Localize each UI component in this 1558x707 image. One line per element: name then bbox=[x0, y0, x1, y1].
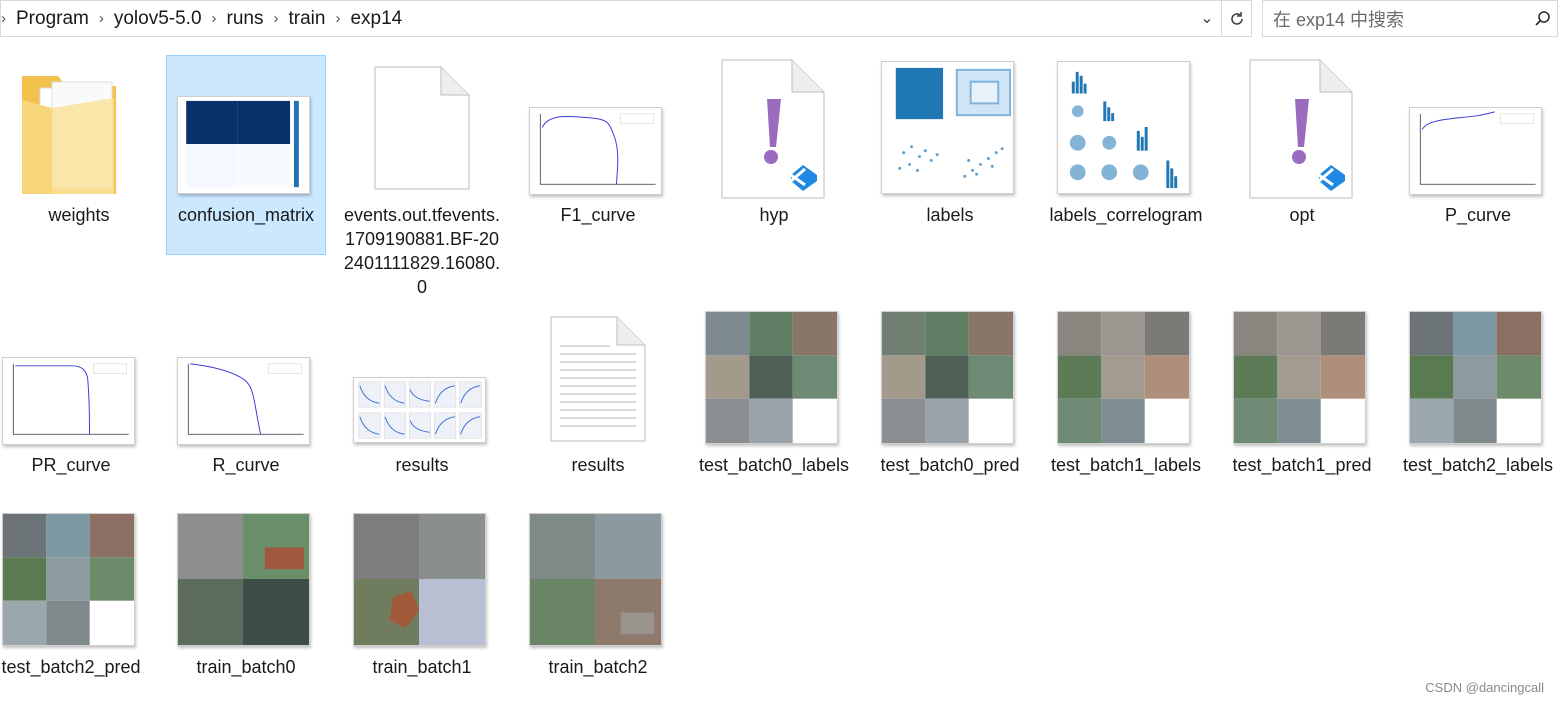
breadcrumb-program[interactable]: Program bbox=[12, 8, 93, 30]
file-label: confusion_matrix bbox=[177, 205, 315, 225]
text-file-icon bbox=[550, 316, 646, 442]
image-grid-thumbnail bbox=[529, 513, 662, 646]
file-item-opt[interactable]: opt bbox=[1223, 55, 1381, 255]
file-item-labels-correlogram[interactable]: labels_correlogram bbox=[1047, 55, 1205, 255]
p-curve-thumbnail bbox=[1409, 107, 1542, 195]
file-label: train_batch1 bbox=[372, 657, 472, 677]
breadcrumb-exp14[interactable]: exp14 bbox=[346, 8, 406, 30]
file-item-test-batch0-labels[interactable]: test_batch0_labels bbox=[695, 305, 853, 505]
file-label: weights bbox=[48, 205, 110, 225]
address-bar[interactable]: › Program › yolov5-5.0 › runs › train › … bbox=[0, 0, 1222, 37]
file-item-test-batch1-labels[interactable]: test_batch1_labels bbox=[1047, 305, 1205, 505]
file-item-weights[interactable]: weights bbox=[0, 55, 158, 255]
file-item-train-batch2[interactable]: train_batch2 bbox=[519, 507, 677, 687]
labels-thumbnail bbox=[881, 61, 1014, 194]
file-item-test-batch2-pred[interactable]: test_batch2_pred bbox=[0, 507, 150, 703]
file-item-events[interactable]: events.out.tfevents.1709190881.BF-202401… bbox=[343, 55, 501, 300]
vscode-yaml-file-icon bbox=[1249, 59, 1353, 199]
file-item-confusion-matrix[interactable]: confusion_matrix bbox=[166, 55, 326, 255]
refresh-button[interactable] bbox=[1222, 0, 1252, 37]
file-item-results-image[interactable]: results bbox=[343, 305, 501, 485]
image-grid-thumbnail bbox=[881, 311, 1014, 444]
search-icon[interactable] bbox=[1529, 10, 1557, 28]
file-item-results-text[interactable]: results bbox=[519, 305, 677, 485]
chevron-right-icon[interactable]: › bbox=[329, 10, 346, 27]
file-label: PR_curve bbox=[31, 455, 111, 475]
f1-curve-thumbnail bbox=[529, 107, 662, 195]
file-label: labels bbox=[926, 205, 974, 225]
chevron-right-icon[interactable]: › bbox=[206, 10, 223, 27]
breadcrumb-yolov5[interactable]: yolov5-5.0 bbox=[110, 8, 206, 30]
pr-curve-thumbnail bbox=[2, 357, 135, 445]
file-item-train-batch1[interactable]: train_batch1 bbox=[343, 507, 501, 687]
file-label: test_batch2_pred bbox=[1, 657, 141, 677]
chevron-right-icon[interactable]: › bbox=[268, 10, 285, 27]
file-item-test-batch0-pred[interactable]: test_batch0_pred bbox=[871, 305, 1029, 505]
image-grid-thumbnail bbox=[1057, 311, 1190, 444]
file-item-test-batch1-pred[interactable]: test_batch1_pred bbox=[1223, 305, 1381, 505]
file-item-f1-curve[interactable]: F1_curve bbox=[519, 55, 677, 255]
image-grid-thumbnail bbox=[2, 513, 135, 646]
file-item-train-batch0[interactable]: train_batch0 bbox=[167, 507, 325, 687]
image-grid-thumbnail bbox=[1233, 311, 1366, 444]
file-label: R_curve bbox=[212, 455, 280, 475]
file-label: test_batch1_labels bbox=[1050, 455, 1202, 475]
chevron-right-icon: › bbox=[1, 10, 6, 27]
r-curve-thumbnail bbox=[177, 357, 310, 445]
file-label: train_batch2 bbox=[548, 657, 648, 677]
file-label: events.out.tfevents.1709190881.BF-202401… bbox=[343, 205, 501, 297]
file-item-labels[interactable]: labels bbox=[871, 55, 1029, 255]
file-label: labels_correlogram bbox=[1049, 205, 1203, 225]
file-item-test-batch2-labels[interactable]: test_batch2_labels bbox=[1399, 305, 1557, 505]
confusion-matrix-thumbnail bbox=[177, 96, 310, 194]
file-label: hyp bbox=[759, 205, 789, 225]
folder-icon bbox=[22, 76, 116, 194]
file-label: results bbox=[395, 455, 449, 475]
results-thumbnail bbox=[353, 377, 486, 443]
vscode-yaml-file-icon bbox=[721, 59, 825, 199]
file-item-r-curve[interactable]: R_curve bbox=[167, 305, 325, 485]
breadcrumb-train[interactable]: train bbox=[285, 8, 330, 30]
file-item-pr-curve[interactable]: PR_curve bbox=[0, 305, 150, 485]
file-item-hyp[interactable]: hyp bbox=[695, 55, 853, 255]
file-label: test_batch2_labels bbox=[1402, 455, 1554, 475]
file-label: test_batch1_pred bbox=[1232, 455, 1372, 475]
file-label: test_batch0_labels bbox=[698, 455, 850, 475]
chevron-down-icon[interactable]: ⌄ bbox=[1197, 9, 1217, 29]
search-input[interactable]: 在 exp14 中搜索 bbox=[1263, 6, 1529, 32]
file-label: F1_curve bbox=[560, 205, 636, 225]
image-grid-thumbnail bbox=[177, 513, 310, 646]
blank-file-icon bbox=[374, 66, 470, 190]
refresh-icon bbox=[1230, 11, 1243, 25]
watermark: CSDN @dancingcall bbox=[1425, 680, 1544, 695]
file-label: train_batch0 bbox=[196, 657, 296, 677]
image-grid-thumbnail bbox=[353, 513, 486, 646]
labels-correlogram-thumbnail bbox=[1057, 61, 1190, 194]
image-grid-thumbnail bbox=[705, 311, 838, 444]
file-label: results bbox=[571, 455, 625, 475]
image-grid-thumbnail bbox=[1409, 311, 1542, 444]
file-label: test_batch0_pred bbox=[880, 455, 1020, 475]
search-box[interactable]: 在 exp14 中搜索 bbox=[1262, 0, 1558, 37]
file-label: P_curve bbox=[1444, 205, 1512, 225]
file-item-p-curve[interactable]: P_curve bbox=[1399, 55, 1557, 255]
file-label: opt bbox=[1289, 205, 1315, 225]
breadcrumb-runs[interactable]: runs bbox=[223, 8, 268, 30]
chevron-right-icon[interactable]: › bbox=[93, 10, 110, 27]
